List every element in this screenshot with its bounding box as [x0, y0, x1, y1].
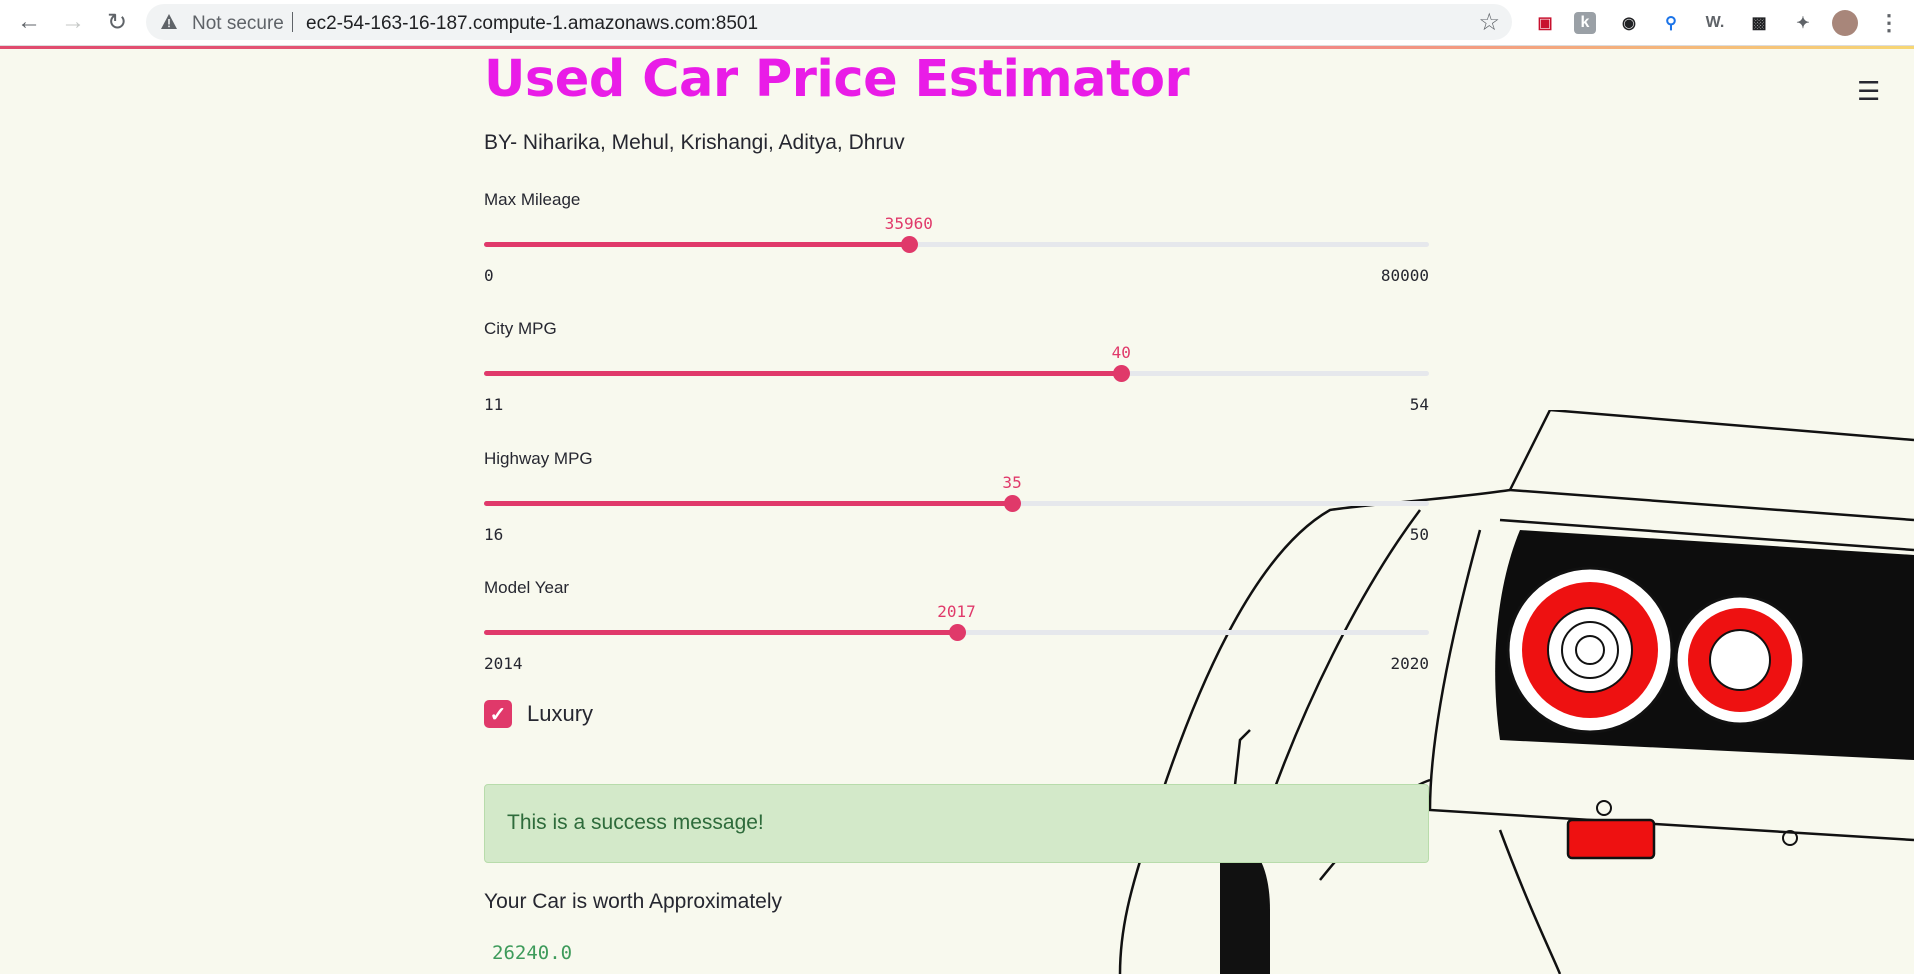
bookmark-star-icon[interactable]: ☆ [1478, 8, 1500, 37]
slider-thumb[interactable] [948, 624, 966, 641]
slider-track[interactable] [484, 365, 1429, 382]
picture-in-picture-icon[interactable]: ▩ [1746, 10, 1772, 36]
profile-avatar[interactable] [1832, 10, 1858, 36]
slider-min: 0 [484, 266, 494, 285]
back-icon[interactable]: ← [14, 8, 44, 36]
slider-thumb[interactable] [1004, 495, 1022, 512]
slider-max: 2020 [1390, 654, 1429, 673]
slider-label: Highway MPG [484, 449, 593, 468]
page-title: Used Car Price Estimator [484, 50, 1190, 109]
city-mpg-slider[interactable]: City MPG 40 11 54 [484, 319, 1429, 439]
success-alert: This is a success message! [484, 784, 1429, 863]
extensions-puzzle-icon[interactable]: ✦ [1790, 10, 1816, 36]
extension-shield-icon[interactable]: ▣ [1532, 10, 1558, 36]
slider-label: Max Mileage [484, 190, 581, 209]
security-status: Not secure [192, 13, 284, 34]
slider-value: 35 [1002, 473, 1022, 492]
highway-mpg-slider[interactable]: Highway MPG 35 16 50 [484, 449, 1429, 569]
hamburger-menu-icon[interactable]: ☰ [1857, 76, 1880, 107]
slider-value: 35960 [884, 214, 933, 233]
reload-icon[interactable]: ↻ [102, 8, 132, 36]
max-mileage-slider[interactable]: Max Mileage 35960 0 80000 [484, 190, 1429, 310]
slider-max: 54 [1409, 395, 1429, 414]
slider-thumb[interactable] [1113, 365, 1131, 382]
slider-track[interactable] [484, 624, 1429, 641]
slider-max: 50 [1409, 525, 1429, 544]
extension-search-icon[interactable]: ⚲ [1658, 10, 1684, 36]
forward-icon[interactable]: → [58, 8, 88, 36]
slider-min: 11 [484, 395, 504, 414]
slider-label: Model Year [484, 578, 570, 597]
checkmark-icon: ✓ [489, 703, 507, 726]
slider-fill [484, 501, 1013, 506]
slider-track[interactable] [484, 236, 1429, 253]
slider-min: 2014 [484, 654, 523, 673]
checkbox-label[interactable]: Luxury [527, 701, 593, 727]
slider-min: 16 [484, 525, 504, 544]
authors-subtitle: BY- Niharika, Mehul, Krishangi, Aditya, … [484, 131, 905, 154]
extension-bulb-icon[interactable]: ◉ [1616, 10, 1642, 36]
slider-value: 2017 [937, 602, 976, 621]
success-message: This is a success message! [507, 811, 764, 834]
extension-k-icon[interactable]: k [1574, 12, 1596, 34]
slider-value: 40 [1111, 343, 1131, 362]
slider-fill [484, 630, 957, 635]
slider-fill [484, 242, 909, 247]
browser-toolbar: ← → ↻ Not secure ec2-54-163-16-187.compu… [0, 0, 1914, 46]
slider-track[interactable] [484, 495, 1429, 512]
estimated-price: 26240.0 [492, 942, 573, 964]
worth-label: Your Car is worth Approximately [484, 890, 783, 913]
model-year-slider[interactable]: Model Year 2017 2014 2020 [484, 578, 1429, 698]
luxury-checkbox-row[interactable]: ✓ Luxury [484, 700, 593, 728]
slider-label: City MPG [484, 319, 557, 338]
separator [292, 12, 293, 32]
address-bar[interactable]: Not secure ec2-54-163-16-187.compute-1.a… [146, 4, 1512, 40]
slider-max: 80000 [1380, 266, 1429, 285]
slider-thumb[interactable] [900, 236, 918, 253]
slider-fill [484, 371, 1122, 376]
luxury-checkbox[interactable]: ✓ [484, 700, 512, 728]
menu-dots-icon[interactable]: ⋮ [1876, 10, 1902, 36]
extension-w-icon[interactable]: W. [1702, 10, 1728, 36]
warning-icon [161, 14, 177, 29]
url-text[interactable]: ec2-54-163-16-187.compute-1.amazonaws.co… [306, 13, 758, 35]
app-top-decoration [0, 46, 1914, 49]
